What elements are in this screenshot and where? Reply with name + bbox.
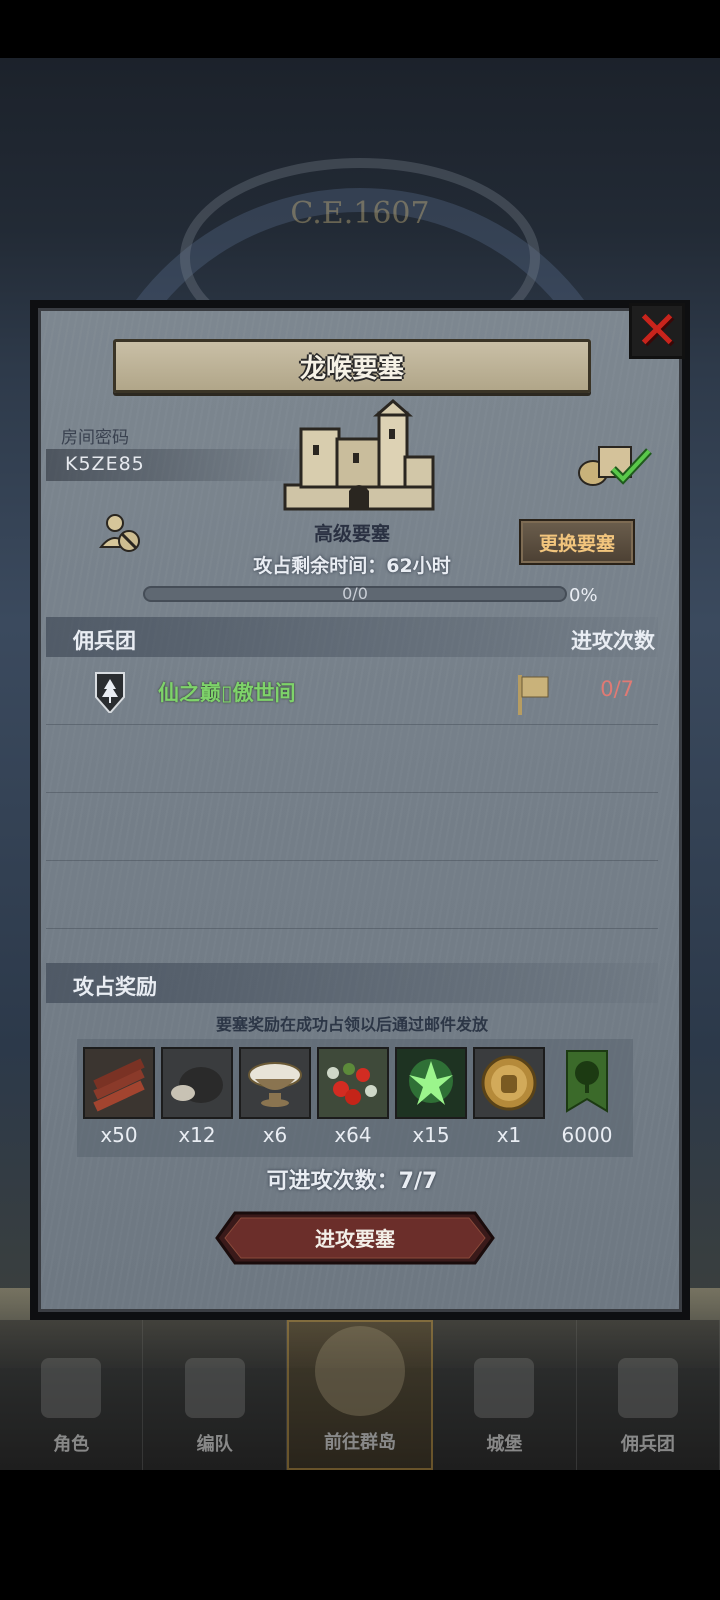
reward-quantity: x1 [496, 1123, 522, 1147]
green-spirit-icon [395, 1047, 467, 1119]
dialog-panel: 龙喉要塞 ✕ 房间密码 K5ZE85 高级要塞 更换要塞 攻占剩余时间：62小时… [38, 303, 685, 1312]
mercenary-header-strip [46, 617, 658, 657]
reward-item[interactable]: 6000 [551, 1047, 623, 1153]
reward-quantity: x15 [412, 1123, 450, 1147]
silver-bowl-icon [239, 1047, 311, 1119]
bottom-nav: 角色 编队 前往群岛 城堡 佣兵团 [0, 1320, 720, 1470]
nav-label: 城堡 [486, 1434, 523, 1455]
nav-castle[interactable]: 城堡 [433, 1320, 577, 1470]
knight-medal-icon [473, 1047, 545, 1119]
capture-progress-percent: 0% [569, 585, 598, 606]
ore-rock-icon [161, 1047, 233, 1119]
nav-character[interactable]: 角色 [0, 1320, 144, 1470]
nav-islands[interactable]: 前往群岛 [286, 1320, 434, 1470]
remaining-time: 攻占剩余时间：62小时 [253, 555, 451, 577]
era-label: C.E.1607 [290, 196, 430, 231]
reward-item[interactable]: x1 [473, 1047, 545, 1153]
nav-label: 角色 [53, 1434, 90, 1455]
empty-row [46, 793, 658, 861]
helmet-icon [184, 1358, 245, 1418]
reward-item[interactable]: x50 [83, 1047, 155, 1153]
reward-item[interactable]: x64 [317, 1047, 389, 1153]
mercenary-row[interactable]: 仙之巅▯傲世间 0/7 [46, 657, 658, 725]
reward-quantity: 6000 [561, 1123, 613, 1147]
loot-collected-icon [578, 446, 652, 486]
empty-row [46, 861, 658, 929]
banner-icon [617, 1358, 678, 1418]
reward-header: 攻占奖励 [73, 975, 157, 999]
reward-item[interactable]: x15 [395, 1047, 467, 1153]
status-bar [0, 0, 720, 58]
capture-progress-text: 0/0 [342, 584, 368, 603]
reward-quantity: x50 [100, 1123, 138, 1147]
reward-quantity: x6 [262, 1123, 288, 1147]
wood-logs-icon [83, 1047, 155, 1119]
nav-mercenary[interactable]: 佣兵团 [577, 1320, 720, 1470]
castle-icon [283, 399, 435, 511]
berries-icon [317, 1047, 389, 1119]
pine-tree-shield-icon [95, 672, 125, 713]
reward-quantity: x12 [178, 1123, 216, 1147]
nav-formation[interactable]: 编队 [143, 1320, 287, 1470]
dialog-title: 龙喉要塞 [299, 353, 404, 384]
room-password-value[interactable]: K5ZE85 [65, 453, 145, 475]
compass-icon [315, 1326, 406, 1416]
knight-icon [41, 1358, 102, 1418]
reward-list: x50 x12 x6 x64 x15 x1 6000 [77, 1039, 633, 1157]
attack-remaining: 可进攻次数：7/7 [266, 1169, 438, 1194]
mercenary-header: 佣兵团 [73, 629, 136, 653]
nav-label: 佣兵团 [620, 1434, 675, 1455]
attack-fortress-button[interactable]: 进攻要塞 [215, 1211, 495, 1265]
system-nav-bar [0, 1470, 720, 1600]
reward-note: 要塞奖励在成功占领以后通过邮件发放 [215, 1015, 488, 1034]
no-user-icon [99, 514, 140, 552]
flag-icon [518, 675, 549, 715]
reward-item[interactable]: x12 [161, 1047, 233, 1153]
attack-count-header: 进攻次数 [571, 629, 655, 653]
close-button[interactable]: ✕ [629, 303, 685, 359]
mercenary-name: 仙之巅▯傲世间 [158, 681, 296, 705]
tree-banner-icon [551, 1047, 623, 1119]
reward-item[interactable]: x6 [239, 1047, 311, 1153]
empty-row [46, 725, 658, 793]
mercenary-attack-count: 0/7 [600, 677, 634, 701]
reward-quantity: x64 [334, 1123, 372, 1147]
attack-fortress-label: 进攻要塞 [315, 1227, 395, 1251]
fortress-dialog: 龙喉要塞 ✕ 房间密码 K5ZE85 高级要塞 更换要塞 攻占剩余时间：62小时… [30, 300, 690, 1320]
close-icon: ✕ [635, 301, 679, 361]
nav-label: 编队 [196, 1434, 233, 1455]
title-banner: 龙喉要塞 [113, 339, 591, 393]
mercenary-list: 仙之巅▯傲世间 0/7 [46, 657, 658, 929]
nav-label: 前往群岛 [324, 1432, 397, 1453]
castle-icon [474, 1358, 535, 1418]
room-password-label: 房间密码 [61, 428, 129, 448]
